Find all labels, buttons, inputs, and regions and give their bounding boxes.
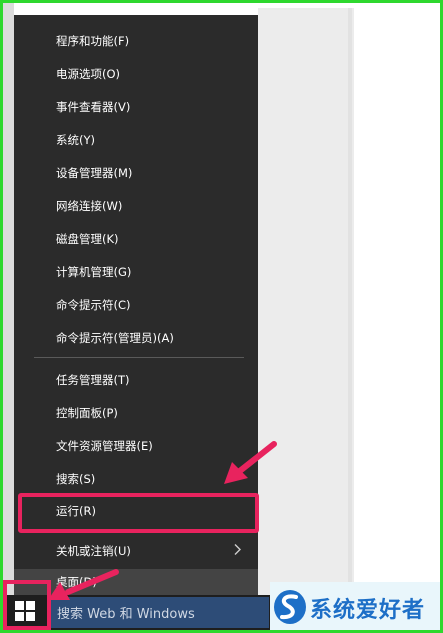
menu-item-disk-management[interactable]: 磁盘管理(K) xyxy=(14,224,258,254)
menu-item-label: 网络连接(W) xyxy=(56,199,123,213)
menu-item-shutdown-signout[interactable]: 关机或注销(U) xyxy=(14,536,258,566)
desktop-background-right xyxy=(258,8,354,595)
menu-item-event-viewer[interactable]: 事件查看器(V) xyxy=(14,92,258,122)
menu-item-label: 命令提示符(C) xyxy=(56,298,131,312)
menu-item-computer-management[interactable]: 计算机管理(G) xyxy=(14,257,258,287)
desktop-background-stripe xyxy=(348,8,352,595)
menu-item-task-manager[interactable]: 任务管理器(T) xyxy=(14,365,258,395)
menu-item-label: 磁盘管理(K) xyxy=(56,232,119,246)
menu-item-label: 计算机管理(G) xyxy=(56,265,132,279)
site-logo-icon xyxy=(272,588,308,626)
menu-item-command-prompt-admin[interactable]: 命令提示符(管理员)(A) xyxy=(14,323,258,353)
menu-item-label: 文件资源管理器(E) xyxy=(56,439,153,453)
pointer-arrow-icon xyxy=(224,441,277,484)
menu-item-device-manager[interactable]: 设备管理器(M) xyxy=(14,158,258,188)
menu-item-power-options[interactable]: 电源选项(O) xyxy=(14,59,258,89)
menu-item-system[interactable]: 系统(Y) xyxy=(14,125,258,155)
menu-item-label: 搜索(S) xyxy=(56,472,96,486)
watermark-text: 系统爱好者 xyxy=(310,598,426,623)
menu-item-label: 系统(Y) xyxy=(56,133,95,147)
menu-item-label: 设备管理器(M) xyxy=(56,166,133,180)
run-highlight-box xyxy=(18,493,259,533)
pointer-arrow-icon xyxy=(48,569,119,600)
menu-item-label: 电源选项(O) xyxy=(56,67,121,81)
menu-item-programs-features[interactable]: 程序和功能(F) xyxy=(14,26,258,56)
menu-item-command-prompt[interactable]: 命令提示符(C) xyxy=(14,290,258,320)
menu-item-label: 命令提示符(管理员)(A) xyxy=(56,331,174,345)
menu-item-label: 关机或注销(U) xyxy=(56,544,131,558)
menu-item-label: 任务管理器(T) xyxy=(56,373,130,387)
menu-item-control-panel[interactable]: 控制面板(P) xyxy=(14,398,258,428)
chevron-right-icon xyxy=(234,544,242,559)
menu-item-label: 事件查看器(V) xyxy=(56,100,131,114)
menu-item-label: 程序和功能(F) xyxy=(56,34,130,48)
menu-item-label: 控制面板(P) xyxy=(56,406,118,420)
desktop-background-left xyxy=(3,3,14,595)
menu-separator xyxy=(34,357,244,358)
menu-item-network-connections[interactable]: 网络连接(W) xyxy=(14,191,258,221)
